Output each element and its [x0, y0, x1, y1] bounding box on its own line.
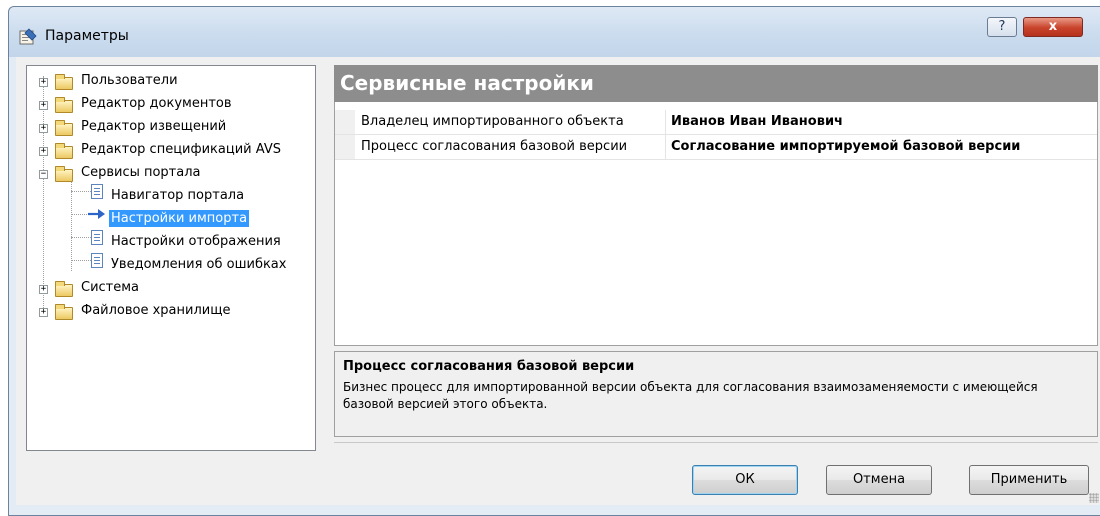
- tree-item-label: Настройки импорта: [109, 210, 250, 227]
- tree-item-label: Редактор спецификаций AVS: [81, 142, 281, 157]
- arrow-right-icon: [88, 209, 105, 219]
- close-button[interactable]: x: [1023, 17, 1083, 37]
- property-row-gutter: [335, 110, 355, 134]
- tree-item-label: Уведомления об ошибках: [111, 257, 287, 272]
- apply-button[interactable]: Применить: [969, 465, 1089, 495]
- property-name: Процесс согласования базовой версии: [361, 135, 666, 159]
- property-description-panel: Процесс согласования базовой версии Бизн…: [334, 351, 1098, 437]
- tree-item-label: Навигатор портала: [111, 188, 245, 203]
- folder-icon: [55, 143, 73, 159]
- folder-icon: [55, 304, 73, 320]
- folder-icon: [55, 97, 73, 113]
- tree-item-label: Система: [81, 280, 140, 295]
- tree-item-label: Файловое хранилище: [81, 303, 231, 318]
- property-value[interactable]: Согласование импортируемой базовой верси…: [671, 135, 1020, 159]
- tree-connector: [71, 214, 87, 215]
- property-row[interactable]: Процесс согласования базовой версии Согл…: [335, 135, 1097, 160]
- collapse-icon[interactable]: −: [39, 170, 48, 179]
- folder-icon: [55, 74, 73, 90]
- description-text: Бизнес процесс для импортированной верси…: [343, 380, 1038, 411]
- resize-grip-icon[interactable]: [1089, 493, 1099, 503]
- folder-icon: [55, 120, 73, 136]
- document-icon: [91, 184, 103, 199]
- expand-icon[interactable]: +: [39, 308, 48, 317]
- cancel-button[interactable]: Отмена: [826, 465, 932, 495]
- window-title: Параметры: [45, 28, 129, 44]
- document-icon: [91, 230, 103, 245]
- folder-open-icon: [55, 166, 73, 182]
- ok-button[interactable]: ОК: [692, 465, 798, 495]
- property-value[interactable]: Иванов Иван Иванович: [671, 110, 843, 134]
- expand-icon[interactable]: +: [39, 78, 48, 87]
- tree-item-label: Редактор извещений: [81, 119, 227, 134]
- tree-item-label: Сервисы портала: [81, 165, 201, 180]
- tree-item-label: Настройки отображения: [111, 234, 281, 249]
- tree-item-label: Пользователи: [81, 73, 178, 88]
- tree-connector: [71, 191, 91, 192]
- title-bar[interactable]: Параметры ? x: [9, 7, 1100, 57]
- description-title: Процесс согласования базовой версии: [343, 359, 635, 374]
- tree-connector: [43, 76, 44, 312]
- section-title: Сервисные настройки: [334, 65, 1098, 102]
- property-name: Владелец импортированного объекта: [361, 110, 666, 134]
- divider: [334, 442, 1098, 443]
- dialog-client-area: + Пользователи + Редактор документов + Р…: [16, 57, 1100, 505]
- expand-icon[interactable]: +: [39, 124, 48, 133]
- folder-icon: [55, 281, 73, 297]
- tree-connector: [71, 260, 91, 261]
- help-button[interactable]: ?: [987, 17, 1017, 37]
- property-grid[interactable]: Владелец импортированного объекта Иванов…: [334, 102, 1098, 346]
- expand-icon[interactable]: +: [39, 285, 48, 294]
- expand-icon[interactable]: +: [39, 147, 48, 156]
- property-row-gutter: [335, 135, 355, 159]
- settings-dialog: Параметры ? x + Пользователи + Редактор …: [8, 6, 1100, 516]
- document-icon: [91, 253, 103, 268]
- tree-connector: [71, 237, 91, 238]
- property-row[interactable]: Владелец импортированного объекта Иванов…: [335, 110, 1097, 135]
- settings-icon: [19, 28, 37, 45]
- expand-icon[interactable]: +: [39, 101, 48, 110]
- tree-item-label: Редактор документов: [81, 96, 232, 111]
- settings-tree[interactable]: + Пользователи + Редактор документов + Р…: [26, 65, 316, 451]
